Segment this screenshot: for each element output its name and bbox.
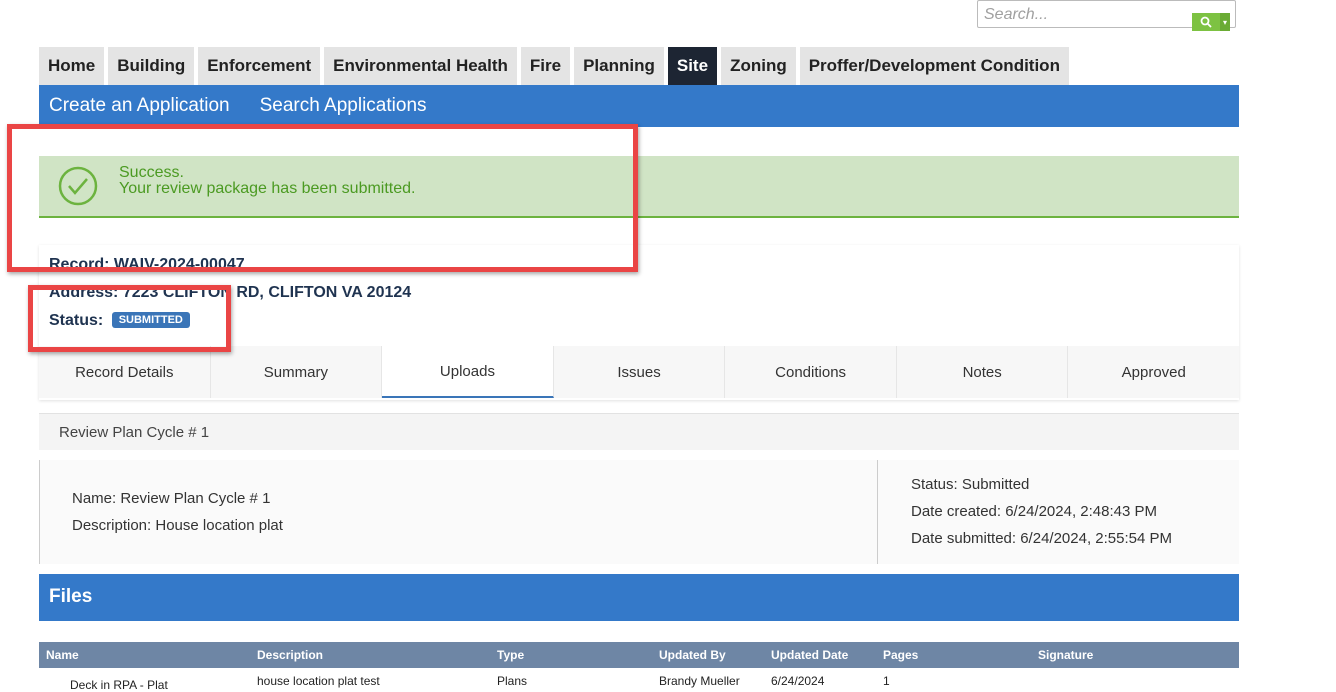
tab-uploads[interactable]: Uploads bbox=[382, 346, 554, 398]
file-type: Plans bbox=[497, 674, 528, 688]
cycle-info-left: Name: Review Plan Cycle # 1 Description:… bbox=[39, 460, 878, 564]
column-header-type[interactable]: Type bbox=[497, 648, 524, 662]
tab-notes[interactable]: Notes bbox=[897, 346, 1069, 398]
tab-proffer-development-condition[interactable]: Proffer/Development Condition bbox=[799, 47, 1069, 85]
cycle-description: Description: House location plat bbox=[72, 517, 283, 534]
search-icon bbox=[1200, 16, 1212, 28]
review-cycle-detail: Name: Review Plan Cycle # 1 Description:… bbox=[39, 460, 1239, 564]
column-header-pages[interactable]: Pages bbox=[883, 648, 918, 662]
tab-fire[interactable]: Fire bbox=[520, 47, 571, 85]
files-section-header: Files bbox=[39, 574, 1239, 621]
files-title: Files bbox=[49, 586, 93, 607]
cycle-status: Status: Submitted bbox=[911, 476, 1030, 493]
tab-approved[interactable]: Approved bbox=[1068, 346, 1239, 398]
tab-building[interactable]: Building bbox=[108, 47, 195, 85]
tab-environmental-health[interactable]: Environmental Health bbox=[324, 47, 517, 85]
annotation-highlight-status bbox=[28, 285, 231, 352]
search-box: ▾ bbox=[977, 0, 1236, 31]
tab-site[interactable]: Site bbox=[667, 47, 718, 91]
column-header-signature[interactable]: Signature bbox=[1038, 648, 1093, 662]
cycle-date-created: Date created: 6/24/2024, 2:48:43 PM bbox=[911, 503, 1157, 520]
file-pages: 1 bbox=[883, 674, 890, 688]
search-dropdown-caret-icon[interactable]: ▾ bbox=[1220, 13, 1230, 31]
file-updated-by: Brandy Mueller bbox=[659, 674, 740, 688]
tab-summary[interactable]: Summary bbox=[211, 346, 383, 398]
file-updated-date: 6/24/2024 bbox=[771, 674, 825, 688]
column-header-name[interactable]: Name bbox=[46, 648, 79, 662]
cycle-name: Name: Review Plan Cycle # 1 bbox=[72, 490, 271, 507]
sub-navigation: Create an Application Search Application… bbox=[39, 85, 1239, 127]
files-table-header: Name Description Type Updated By Updated… bbox=[39, 642, 1239, 668]
tab-enforcement[interactable]: Enforcement bbox=[198, 47, 321, 85]
column-header-updated-by[interactable]: Updated By bbox=[659, 648, 726, 662]
tab-conditions[interactable]: Conditions bbox=[725, 346, 897, 398]
column-header-updated-date[interactable]: Updated Date bbox=[771, 648, 848, 662]
tab-zoning[interactable]: Zoning bbox=[721, 47, 796, 85]
top-navigation: Home Building Enforcement Environmental … bbox=[39, 47, 1073, 91]
tab-planning[interactable]: Planning bbox=[574, 47, 664, 85]
annotation-highlight-alert bbox=[7, 124, 638, 272]
file-description: house location plat test bbox=[257, 674, 380, 688]
search-applications-link[interactable]: Search Applications bbox=[260, 95, 427, 117]
tab-record-details[interactable]: Record Details bbox=[39, 346, 211, 398]
review-cycle-header[interactable]: Review Plan Cycle # 1 bbox=[39, 413, 1239, 450]
record-detail-tabs: Record Details Summary Uploads Issues Co… bbox=[39, 346, 1239, 398]
create-application-link[interactable]: Create an Application bbox=[49, 95, 230, 117]
file-name-link[interactable]: Deck in RPA - Plat bbox=[70, 678, 168, 692]
search-button[interactable] bbox=[1192, 13, 1220, 31]
search-input[interactable] bbox=[982, 3, 1186, 27]
tab-issues[interactable]: Issues bbox=[554, 346, 726, 398]
column-header-description[interactable]: Description bbox=[257, 648, 323, 662]
review-cycle-title: Review Plan Cycle # 1 bbox=[59, 423, 210, 441]
tab-home[interactable]: Home bbox=[39, 47, 105, 85]
cycle-date-submitted: Date submitted: 6/24/2024, 2:55:54 PM bbox=[911, 530, 1172, 547]
